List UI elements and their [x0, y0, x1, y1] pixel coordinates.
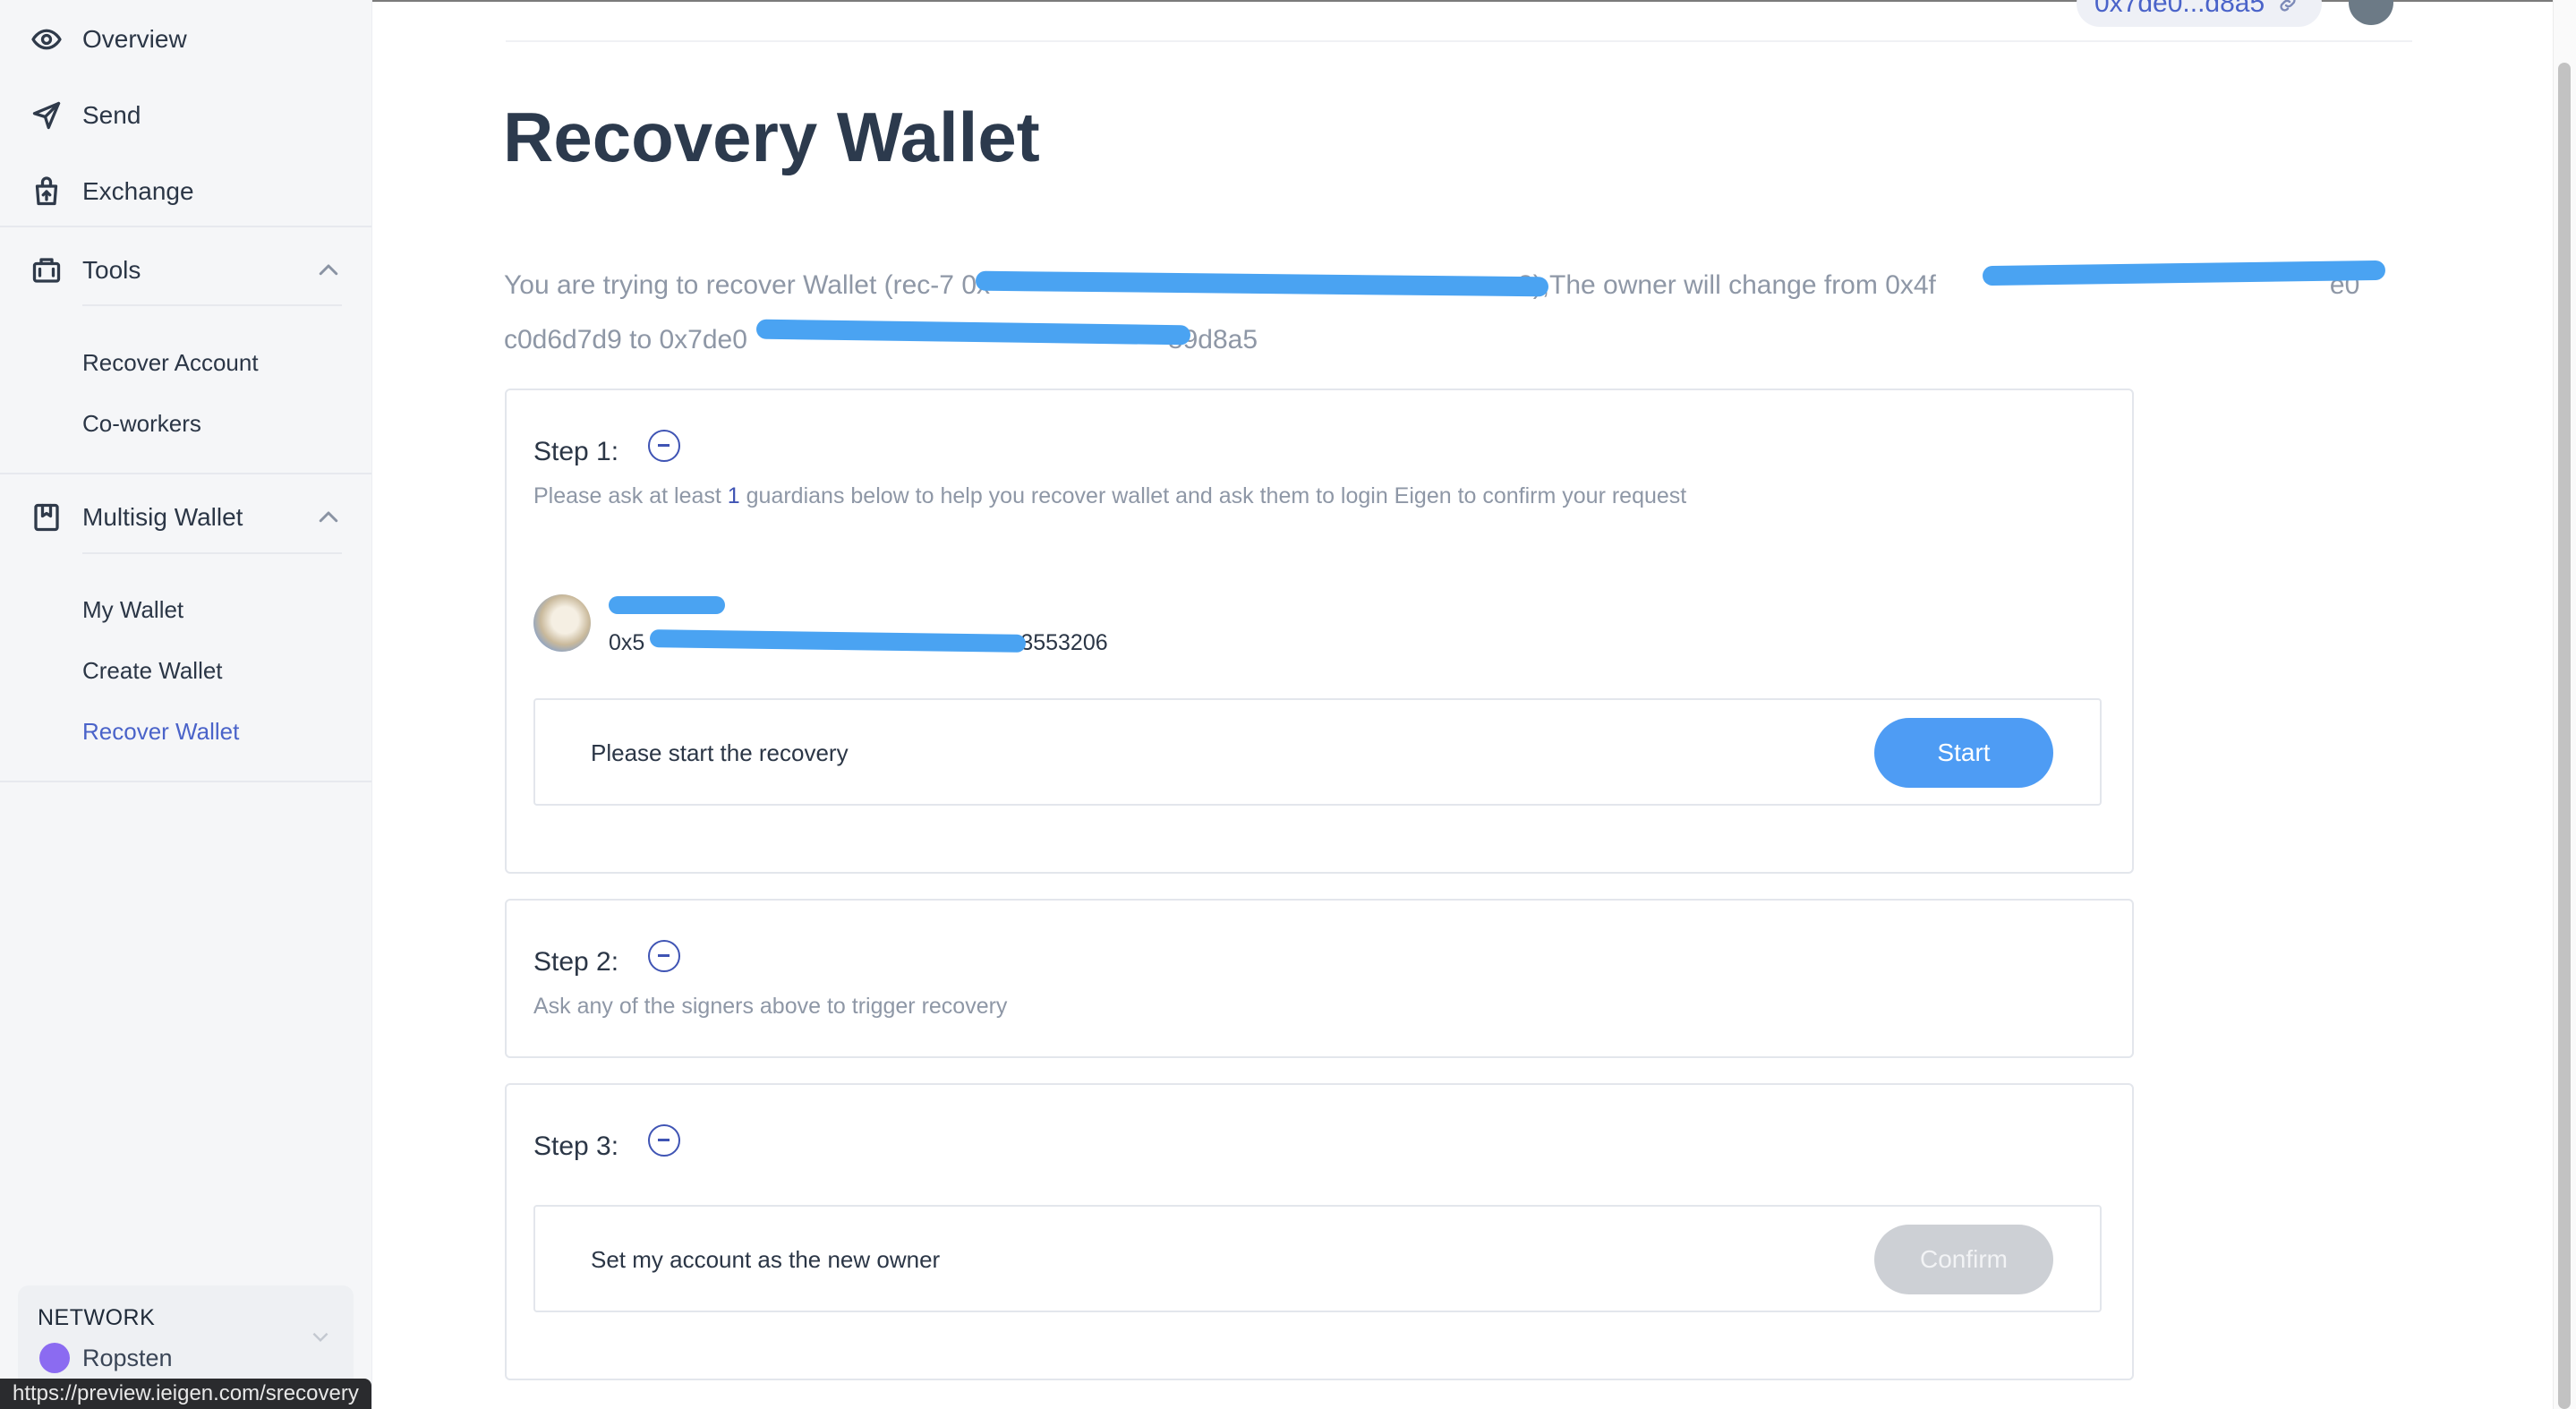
sidebar-group-label: Tools — [82, 256, 141, 284]
sidebar-group-multisig-wallet[interactable]: Multisig Wallet — [0, 486, 371, 549]
sidebar-item-send[interactable]: Send — [0, 84, 371, 147]
step-title: Step 3: — [533, 1131, 619, 1161]
step-3-card: Step 3: Set my account as the new owner … — [505, 1083, 2134, 1380]
sidebar-item-exchange[interactable]: Exchange — [0, 160, 371, 223]
guardian-address-prefix: 0x5 — [609, 630, 645, 655]
sidebar: Overview Send Exchange Tools Recover Acc… — [0, 0, 372, 1409]
link-icon — [2280, 0, 2296, 12]
chevron-up-icon[interactable] — [315, 504, 342, 531]
network-status-dot — [39, 1343, 70, 1373]
sidebar-item-label: Overview — [82, 25, 187, 53]
step-2-card: Step 2: Ask any of the signers above to … — [505, 899, 2134, 1058]
intro-text: You are trying to recover Wallet (rec-7 — [504, 270, 962, 300]
account-address-pill[interactable]: 0x7de0...d8a5 — [2077, 0, 2323, 27]
page-title: Recovery Wallet — [503, 98, 1040, 176]
collapse-toggle-icon[interactable] — [648, 1124, 680, 1157]
sidebar-divider — [82, 304, 342, 306]
start-button[interactable]: Start — [1874, 718, 2053, 788]
scrollbar-thumb[interactable] — [2558, 63, 2571, 1409]
start-recovery-panel: Please start the recovery Start — [533, 698, 2102, 806]
eye-icon — [30, 22, 64, 56]
guardian-address-suffix: 3553206 — [1020, 630, 1108, 655]
sidebar-item-overview[interactable]: Overview — [0, 8, 371, 71]
step-description: Ask any of the signers above to trigger … — [533, 994, 1008, 1019]
intro-text: c0d6d7d9 to 0x7de0 — [504, 325, 747, 354]
sidebar-item-create-wallet[interactable]: Create Wallet — [82, 657, 223, 685]
toolbox-icon — [30, 253, 64, 287]
collapse-toggle-icon[interactable] — [648, 430, 680, 462]
sidebar-group-tools[interactable]: Tools — [0, 239, 371, 302]
network-name: Ropsten — [82, 1345, 173, 1371]
exchange-icon — [30, 175, 64, 209]
chevron-up-icon[interactable] — [315, 257, 342, 284]
intro-text: ),The owner will change from 0x4f — [1532, 270, 1936, 300]
step-1-card: Step 1: Please ask at least 1 guardians … — [505, 389, 2134, 874]
step-description: Please ask at least 1 guardians below to… — [533, 483, 1686, 509]
sidebar-item-co-workers[interactable]: Co-workers — [82, 410, 201, 438]
guardian-avatar — [533, 594, 591, 652]
chevron-down-icon[interactable] — [309, 1325, 332, 1348]
step-description-text: Please ask at least — [533, 483, 728, 508]
sidebar-divider — [0, 226, 371, 227]
sidebar-divider — [82, 552, 342, 554]
sidebar-divider — [0, 473, 371, 474]
sidebar-item-recover-wallet[interactable]: Recover Wallet — [82, 718, 239, 746]
guardian-count: 1 — [727, 483, 740, 508]
account-address: 0x7de0...d8a5 — [2094, 0, 2265, 18]
sidebar-item-label: Send — [82, 101, 141, 129]
sidebar-item-recover-account[interactable]: Recover Account — [82, 349, 259, 377]
link-preview-statusbar: https://preview.ieigen.com/srecovery — [0, 1379, 371, 1409]
collapse-toggle-icon[interactable] — [648, 940, 680, 972]
sidebar-item-my-wallet[interactable]: My Wallet — [82, 596, 183, 624]
confirm-owner-panel: Set my account as the new owner Confirm — [533, 1205, 2102, 1312]
header-divider — [506, 40, 2412, 42]
wallet-book-icon — [30, 500, 64, 534]
start-recovery-text: Please start the recovery — [591, 739, 849, 766]
sidebar-group-label: Multisig Wallet — [82, 503, 243, 531]
send-icon — [30, 98, 64, 132]
step-title: Step 1: — [533, 437, 619, 466]
sidebar-item-label: Exchange — [82, 177, 194, 205]
avatar[interactable] — [2349, 0, 2393, 25]
step-title: Step 2: — [533, 947, 619, 977]
confirm-button[interactable]: Confirm — [1874, 1225, 2053, 1294]
network-title: NETWORK — [38, 1305, 156, 1330]
step-description-text: guardians below to help you recover wall… — [739, 483, 1687, 508]
redaction-mark — [609, 596, 725, 614]
confirm-owner-text: Set my account as the new owner — [591, 1246, 941, 1273]
sidebar-divider — [0, 781, 371, 782]
